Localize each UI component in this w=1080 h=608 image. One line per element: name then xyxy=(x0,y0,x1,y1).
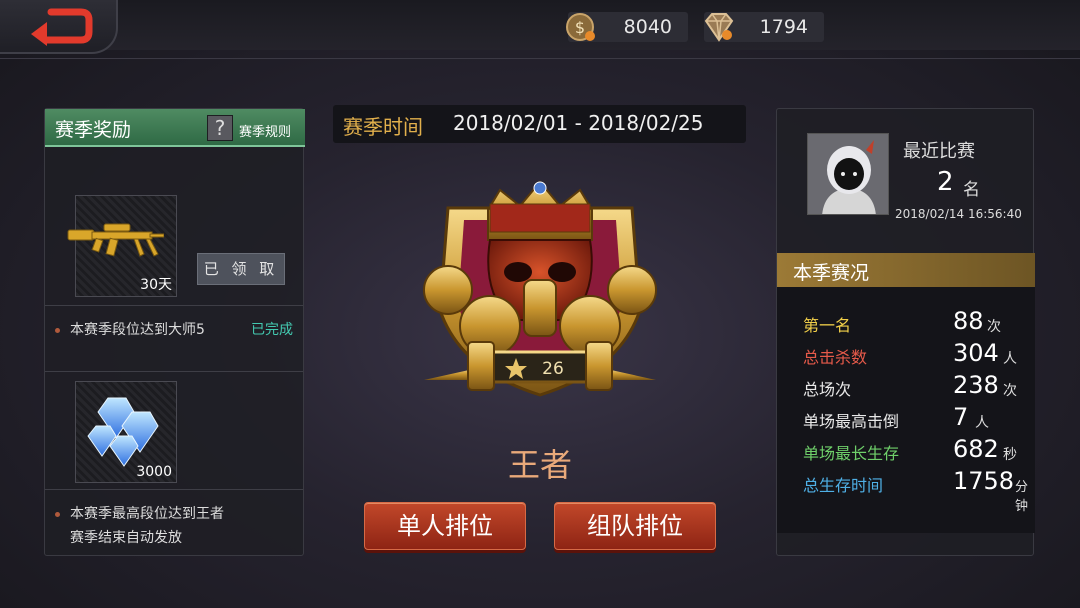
player-avatar-icon xyxy=(808,134,888,214)
recent-match-rank-unit: 名 xyxy=(963,180,980,200)
reward-task: 本赛季最高段位达到王者 xyxy=(55,503,295,523)
divider xyxy=(45,489,303,490)
solo-ranked-button[interactable]: 单人排位 xyxy=(364,502,526,550)
stat-row: 单场最长生存 682 秒 xyxy=(777,435,1035,463)
season-time-value: 2018/02/01 - 2018/02/25 xyxy=(453,111,704,135)
golden-rifle-icon xyxy=(67,223,164,257)
back-arrow-icon xyxy=(31,8,93,46)
rank-name: 王者 xyxy=(507,446,572,484)
svg-text:$: $ xyxy=(575,18,585,37)
stat-label: 总场次 xyxy=(803,380,852,399)
recent-match-label: 最近比赛 xyxy=(903,141,975,162)
diamond-currency-display: 1794 xyxy=(704,12,824,42)
reward-task-text: 本赛季段位达到大师5 xyxy=(70,322,205,338)
avatar[interactable] xyxy=(807,133,889,215)
stat-row: 总击杀数 304 人 xyxy=(777,339,1035,367)
reward-amount: 3000 xyxy=(136,464,172,480)
season-rules-link[interactable]: 赛季规则 xyxy=(239,121,291,140)
rank-stars: 26 xyxy=(542,359,564,379)
stat-unit: 分钟 xyxy=(1015,480,1029,514)
reward-amount: 30天 xyxy=(140,277,172,293)
recent-match-rank: 2 xyxy=(937,167,954,197)
top-bar xyxy=(0,0,1080,50)
stat-row: 总场次 238 次 xyxy=(777,371,1035,399)
stat-unit: 次 xyxy=(1003,383,1017,399)
stat-value: 1758 xyxy=(953,467,1015,495)
reward-task: 本赛季段位达到大师5 已完成 xyxy=(55,319,295,339)
reward-item-rifle[interactable]: 30天 xyxy=(67,195,177,297)
season-rewards-header: 赛季奖励 ? 赛季规则 xyxy=(45,109,305,147)
reward-task-text: 本赛季最高段位达到王者 xyxy=(70,506,224,522)
stat-value: 682 xyxy=(953,435,999,463)
reward-item-diamonds[interactable]: 3000 xyxy=(75,381,177,483)
team-ranked-button[interactable]: 组队排位 xyxy=(554,502,716,550)
stat-value: 7 xyxy=(953,403,969,431)
king-crown-emblem-icon: 26 xyxy=(423,180,657,397)
season-rewards-title: 赛季奖励 xyxy=(55,119,132,141)
stat-label: 总生存时间 xyxy=(803,476,884,495)
stat-label: 第一名 xyxy=(803,316,852,335)
stat-value: 304 xyxy=(953,339,999,367)
claimed-button[interactable]: 已 领 取 xyxy=(197,253,285,285)
stat-row: 总生存时间 1758 分钟 xyxy=(777,467,1035,514)
stat-value: 238 xyxy=(953,371,999,399)
season-stats-title: 本季赛况 xyxy=(793,262,870,284)
gold-coin-icon: $ xyxy=(566,13,595,41)
diamond-pile-icon xyxy=(87,397,159,467)
help-icon[interactable]: ? xyxy=(207,115,233,141)
stat-unit: 人 xyxy=(1003,351,1017,367)
stat-unit: 秒 xyxy=(1003,447,1017,463)
stat-unit: 次 xyxy=(987,319,1001,335)
stat-label: 单场最高击倒 xyxy=(803,412,900,431)
task-status-complete: 已完成 xyxy=(251,322,293,338)
divider xyxy=(45,305,303,306)
season-rewards-panel: 赛季奖励 ? 赛季规则 30天 已 领 取 本赛季段位达到大师5 已完成 300… xyxy=(44,108,305,556)
stat-label: 单场最长生存 xyxy=(803,444,900,463)
season-time-bar: 赛季时间 2018/02/01 - 2018/02/25 xyxy=(333,105,746,143)
bullet-icon xyxy=(55,327,60,333)
stat-value: 88 xyxy=(953,307,984,335)
divider xyxy=(45,371,303,372)
stat-label: 总击杀数 xyxy=(803,348,868,367)
season-stats-header: 本季赛况 xyxy=(777,253,1035,287)
bullet-icon xyxy=(55,511,60,517)
back-button[interactable] xyxy=(0,0,118,54)
season-time-label: 赛季时间 xyxy=(343,115,423,139)
diamond-icon xyxy=(704,13,734,42)
recent-match-time: 2018/02/14 16:56:40 xyxy=(895,207,1022,221)
season-stats-list: 第一名 88 次 总击杀数 304 人 总场次 238 次 单场最高击倒 7 人… xyxy=(777,287,1035,533)
gold-amount: 8040 xyxy=(623,16,672,38)
stat-row: 第一名 88 次 xyxy=(777,307,1035,335)
reward-task-note: 赛季结束自动发放 xyxy=(70,530,182,546)
diamond-amount: 1794 xyxy=(759,16,808,38)
stats-panel: 最近比赛 2 名 2018/02/14 16:56:40 本季赛况 第一名 88… xyxy=(776,108,1035,556)
gold-currency-display: $ 8040 xyxy=(566,12,688,42)
stat-row: 单场最高击倒 7 人 xyxy=(777,403,1035,431)
stat-unit: 人 xyxy=(975,415,989,431)
